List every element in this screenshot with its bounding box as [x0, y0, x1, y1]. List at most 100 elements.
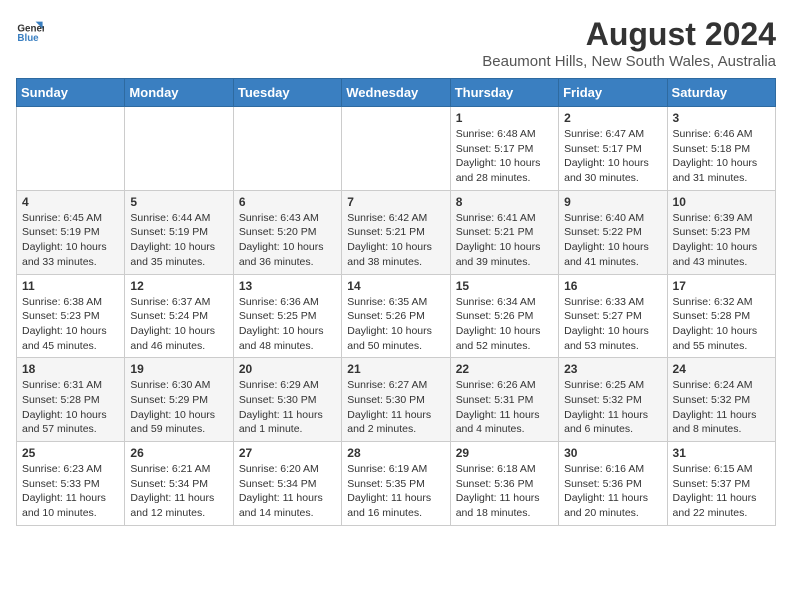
calendar-cell: 18 Sunrise: 6:31 AM Sunset: 5:28 PM Dayli…: [17, 358, 125, 442]
day-info: Sunrise: 6:23 AM Sunset: 5:33 PM Dayligh…: [22, 462, 119, 521]
calendar-cell: 10Sunrise: 6:39 AM Sunset: 5:23 PM Dayli…: [667, 190, 775, 274]
calendar-week-row: 25 Sunrise: 6:23 AM Sunset: 5:33 PM Dayli…: [17, 442, 776, 526]
calendar-cell: 9 Sunrise: 6:40 AM Sunset: 5:22 PM Daylig…: [559, 190, 667, 274]
day-info: Sunrise: 6:19 AM Sunset: 5:35 PM Dayligh…: [347, 462, 444, 521]
weekday-header-row: SundayMondayTuesdayWednesdayThursdayFrid…: [17, 79, 776, 107]
day-number: 28: [347, 446, 444, 460]
svg-text:Blue: Blue: [17, 33, 39, 44]
weekday-header-wednesday: Wednesday: [342, 79, 450, 107]
day-info: Sunrise: 6:32 AM Sunset: 5:28 PM Dayligh…: [673, 295, 770, 354]
day-info: Sunrise: 6:47 AM Sunset: 5:17 PM Dayligh…: [564, 127, 661, 186]
day-info: Sunrise: 6:29 AM Sunset: 5:30 PM Dayligh…: [239, 378, 336, 437]
day-number: 21: [347, 362, 444, 376]
calendar-cell: 1Sunrise: 6:48 AM Sunset: 5:17 PM Daylig…: [450, 107, 558, 191]
month-year: August 2024: [482, 16, 776, 53]
logo: General Blue: [16, 16, 44, 44]
calendar-cell: 25 Sunrise: 6:23 AM Sunset: 5:33 PM Dayli…: [17, 442, 125, 526]
calendar-cell: 27 Sunrise: 6:20 AM Sunset: 5:34 PM Dayli…: [233, 442, 341, 526]
day-info: Sunrise: 6:30 AM Sunset: 5:29 PM Dayligh…: [130, 378, 227, 437]
day-info: Sunrise: 6:46 AM Sunset: 5:18 PM Dayligh…: [673, 127, 770, 186]
logo-icon: General Blue: [16, 16, 44, 44]
calendar-cell: 15Sunrise: 6:34 AM Sunset: 5:26 PM Dayli…: [450, 274, 558, 358]
calendar-cell: 14Sunrise: 6:35 AM Sunset: 5:26 PM Dayli…: [342, 274, 450, 358]
day-number: 24: [673, 362, 770, 376]
day-number: 11: [22, 279, 119, 293]
day-number: 8: [456, 195, 553, 209]
weekday-header-thursday: Thursday: [450, 79, 558, 107]
calendar-cell: 3 Sunrise: 6:46 AM Sunset: 5:18 PM Daylig…: [667, 107, 775, 191]
day-number: 31: [673, 446, 770, 460]
day-info: Sunrise: 6:43 AM Sunset: 5:20 PM Dayligh…: [239, 211, 336, 270]
day-number: 14: [347, 279, 444, 293]
day-info: Sunrise: 6:45 AM Sunset: 5:19 PM Dayligh…: [22, 211, 119, 270]
page-header: General Blue August 2024 Beaumont Hills,…: [16, 16, 776, 70]
day-info: Sunrise: 6:21 AM Sunset: 5:34 PM Dayligh…: [130, 462, 227, 521]
location: Beaumont Hills, New South Wales, Austral…: [482, 53, 776, 70]
day-number: 4: [22, 195, 119, 209]
calendar-week-row: 4 Sunrise: 6:45 AM Sunset: 5:19 PM Daylig…: [17, 190, 776, 274]
day-number: 16: [564, 279, 661, 293]
day-info: Sunrise: 6:27 AM Sunset: 5:30 PM Dayligh…: [347, 378, 444, 437]
day-number: 23: [564, 362, 661, 376]
day-number: 13: [239, 279, 336, 293]
calendar-cell: 29 Sunrise: 6:18 AM Sunset: 5:36 PM Dayli…: [450, 442, 558, 526]
calendar-cell: 20 Sunrise: 6:29 AM Sunset: 5:30 PM Dayli…: [233, 358, 341, 442]
calendar-cell: 16 Sunrise: 6:33 AM Sunset: 5:27 PM Dayli…: [559, 274, 667, 358]
day-info: Sunrise: 6:34 AM Sunset: 5:26 PM Dayligh…: [456, 295, 553, 354]
day-number: 9: [564, 195, 661, 209]
day-info: Sunrise: 6:40 AM Sunset: 5:22 PM Dayligh…: [564, 211, 661, 270]
day-number: 20: [239, 362, 336, 376]
calendar-cell: 8 Sunrise: 6:41 AM Sunset: 5:21 PM Daylig…: [450, 190, 558, 274]
calendar-cell: [233, 107, 341, 191]
calendar-cell: 24 Sunrise: 6:24 AM Sunset: 5:32 PM Dayli…: [667, 358, 775, 442]
day-number: 2: [564, 111, 661, 125]
calendar-cell: 30Sunrise: 6:16 AM Sunset: 5:36 PM Dayli…: [559, 442, 667, 526]
day-number: 27: [239, 446, 336, 460]
day-number: 5: [130, 195, 227, 209]
calendar-cell: 31 Sunrise: 6:15 AM Sunset: 5:37 PM Dayli…: [667, 442, 775, 526]
day-info: Sunrise: 6:44 AM Sunset: 5:19 PM Dayligh…: [130, 211, 227, 270]
day-info: Sunrise: 6:15 AM Sunset: 5:37 PM Dayligh…: [673, 462, 770, 521]
day-number: 7: [347, 195, 444, 209]
day-number: 6: [239, 195, 336, 209]
calendar-cell: 5 Sunrise: 6:44 AM Sunset: 5:19 PM Daylig…: [125, 190, 233, 274]
calendar-cell: 12Sunrise: 6:37 AM Sunset: 5:24 PM Dayli…: [125, 274, 233, 358]
day-info: Sunrise: 6:18 AM Sunset: 5:36 PM Dayligh…: [456, 462, 553, 521]
day-number: 10: [673, 195, 770, 209]
calendar-cell: [342, 107, 450, 191]
day-number: 25: [22, 446, 119, 460]
weekday-header-tuesday: Tuesday: [233, 79, 341, 107]
weekday-header-monday: Monday: [125, 79, 233, 107]
day-info: Sunrise: 6:33 AM Sunset: 5:27 PM Dayligh…: [564, 295, 661, 354]
day-info: Sunrise: 6:24 AM Sunset: 5:32 PM Dayligh…: [673, 378, 770, 437]
day-number: 29: [456, 446, 553, 460]
calendar-week-row: 11 Sunrise: 6:38 AM Sunset: 5:23 PM Dayli…: [17, 274, 776, 358]
day-info: Sunrise: 6:20 AM Sunset: 5:34 PM Dayligh…: [239, 462, 336, 521]
day-number: 3: [673, 111, 770, 125]
calendar-week-row: 1Sunrise: 6:48 AM Sunset: 5:17 PM Daylig…: [17, 107, 776, 191]
day-info: Sunrise: 6:26 AM Sunset: 5:31 PM Dayligh…: [456, 378, 553, 437]
weekday-header-friday: Friday: [559, 79, 667, 107]
calendar-week-row: 18 Sunrise: 6:31 AM Sunset: 5:28 PM Dayli…: [17, 358, 776, 442]
calendar-cell: 17 Sunrise: 6:32 AM Sunset: 5:28 PM Dayli…: [667, 274, 775, 358]
calendar-cell: 4 Sunrise: 6:45 AM Sunset: 5:19 PM Daylig…: [17, 190, 125, 274]
day-info: Sunrise: 6:42 AM Sunset: 5:21 PM Dayligh…: [347, 211, 444, 270]
day-info: Sunrise: 6:36 AM Sunset: 5:25 PM Dayligh…: [239, 295, 336, 354]
title-block: August 2024 Beaumont Hills, New South Wa…: [482, 16, 776, 70]
calendar-cell: 7 Sunrise: 6:42 AM Sunset: 5:21 PM Daylig…: [342, 190, 450, 274]
calendar-cell: [125, 107, 233, 191]
calendar-cell: 13 Sunrise: 6:36 AM Sunset: 5:25 PM Dayli…: [233, 274, 341, 358]
weekday-header-sunday: Sunday: [17, 79, 125, 107]
calendar-cell: 23 Sunrise: 6:25 AM Sunset: 5:32 PM Dayli…: [559, 358, 667, 442]
day-info: Sunrise: 6:31 AM Sunset: 5:28 PM Dayligh…: [22, 378, 119, 437]
calendar-table: SundayMondayTuesdayWednesdayThursdayFrid…: [16, 78, 776, 526]
weekday-header-saturday: Saturday: [667, 79, 775, 107]
day-info: Sunrise: 6:38 AM Sunset: 5:23 PM Dayligh…: [22, 295, 119, 354]
calendar-cell: 28 Sunrise: 6:19 AM Sunset: 5:35 PM Dayli…: [342, 442, 450, 526]
day-number: 17: [673, 279, 770, 293]
calendar-cell: 11 Sunrise: 6:38 AM Sunset: 5:23 PM Dayli…: [17, 274, 125, 358]
calendar-cell: [17, 107, 125, 191]
day-number: 18: [22, 362, 119, 376]
day-info: Sunrise: 6:41 AM Sunset: 5:21 PM Dayligh…: [456, 211, 553, 270]
day-info: Sunrise: 6:25 AM Sunset: 5:32 PM Dayligh…: [564, 378, 661, 437]
